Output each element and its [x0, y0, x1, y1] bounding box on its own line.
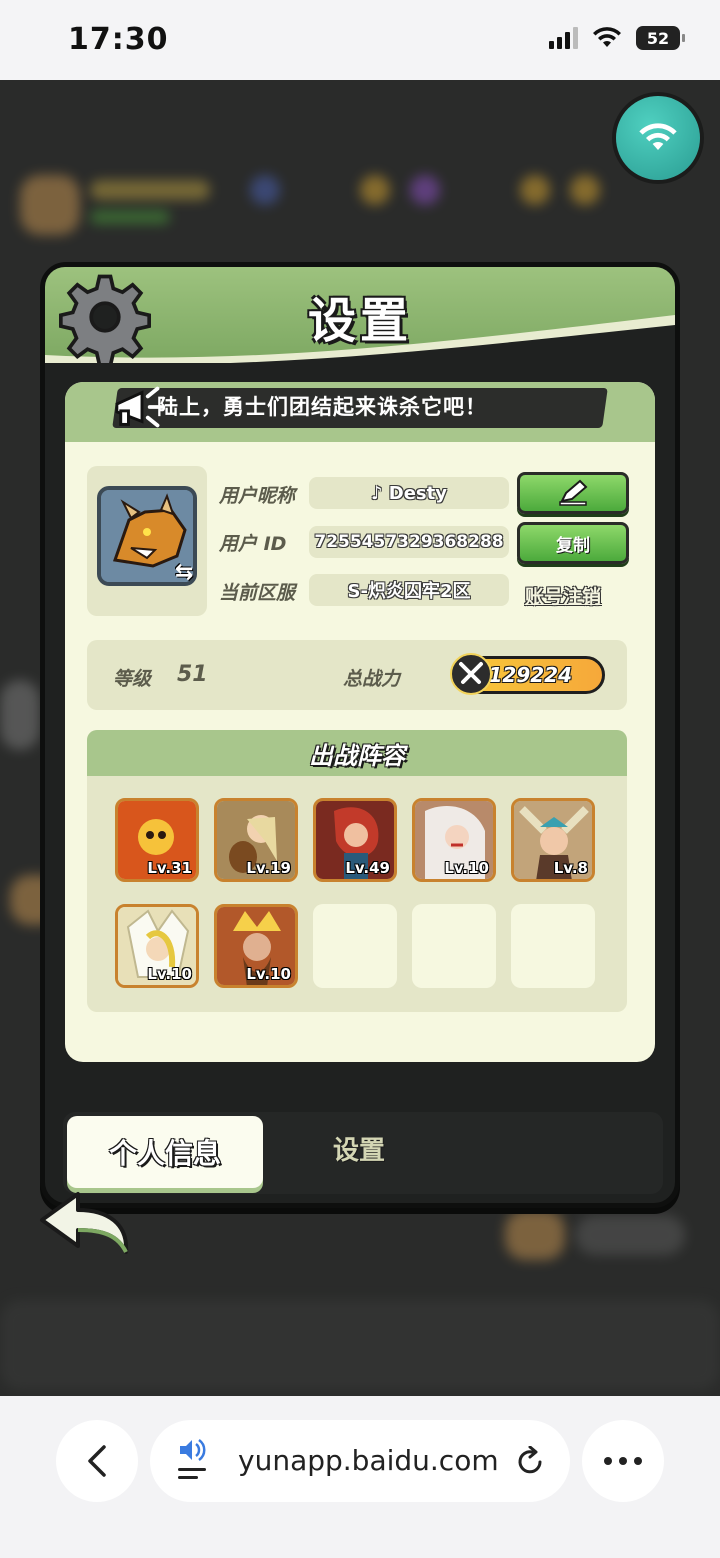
- panel-title: 设置: [307, 293, 412, 349]
- hero-card[interactable]: Lv.19: [214, 798, 298, 882]
- copy-id-button[interactable]: 复制: [517, 522, 629, 564]
- battle-lineup: 出战阵容 Lv.31 Lv.19 Lv.49 Lv.10 Lv.8 Lv.10 …: [87, 730, 627, 1012]
- browser-back-button[interactable]: [56, 1420, 138, 1502]
- swap-icon[interactable]: ⇆: [175, 560, 203, 588]
- tab-settings[interactable]: 设置: [333, 1130, 385, 1167]
- chevron-left-icon: [88, 1445, 106, 1477]
- settings-panel: 设置 陆上，勇士们团结起来诛杀它吧！ ⇆ 用户昵称 ♪ Desty 用户 ID …: [40, 262, 680, 1208]
- power-badge: 129224: [450, 653, 605, 695]
- crossed-swords-icon: [450, 653, 492, 695]
- profile-content: 陆上，勇士们团结起来诛杀它吧！ ⇆ 用户昵称 ♪ Desty 用户 ID 725…: [65, 382, 655, 1062]
- hero-level: Lv.31: [147, 859, 192, 877]
- battery-icon: 52: [636, 26, 685, 50]
- power-label: 总战力: [343, 668, 401, 690]
- browser-more-button[interactable]: [582, 1420, 664, 1502]
- empty-hero-slot[interactable]: [511, 904, 595, 988]
- hero-card[interactable]: Lv.10: [412, 798, 496, 882]
- power-value: 129224: [488, 663, 573, 687]
- avatar-container[interactable]: ⇆: [87, 466, 207, 616]
- hero-card[interactable]: Lv.49: [313, 798, 397, 882]
- hero-card[interactable]: Lv.31: [115, 798, 199, 882]
- panel-header: 设置: [45, 267, 675, 363]
- wifi-icon: [639, 123, 677, 150]
- level-power-row: 等级 51 总战力 129224: [87, 640, 627, 710]
- nickname-label: 用户昵称: [219, 485, 296, 507]
- hero-level: Lv.19: [246, 859, 291, 877]
- game-viewport[interactable]: 设置 陆上，勇士们团结起来诛杀它吧！ ⇆ 用户昵称 ♪ Desty 用户 ID …: [0, 80, 720, 1396]
- level-value: 51: [177, 662, 208, 687]
- reload-icon[interactable]: [516, 1446, 546, 1476]
- speaker-icon[interactable]: [176, 1438, 210, 1484]
- hero-level: Lv.10: [246, 965, 291, 983]
- empty-hero-slot[interactable]: [313, 904, 397, 988]
- hero-card[interactable]: Lv.10: [115, 904, 199, 988]
- network-status-button[interactable]: [616, 96, 700, 180]
- hero-card[interactable]: Lv.8: [511, 798, 595, 882]
- lineup-title: 出战阵容: [87, 730, 627, 776]
- panel-tabs: 个人信息 设置: [63, 1112, 663, 1194]
- cancel-account-link[interactable]: 账号注销: [525, 582, 601, 609]
- server-field: S-炽炎囚牢2区: [309, 574, 509, 606]
- level-label: 等级: [113, 668, 152, 690]
- url-text: yunapp.baidu.com: [238, 1444, 499, 1477]
- more-options-icon: [604, 1457, 642, 1465]
- tab-personal-info[interactable]: 个人信息: [67, 1116, 263, 1188]
- announcement-text: 陆上，勇士们团结起来诛杀它吧！: [157, 395, 487, 419]
- hero-level: Lv.10: [444, 859, 489, 877]
- browser-toolbar: yunapp.baidu.com: [0, 1396, 720, 1558]
- status-time: 17:30: [68, 22, 169, 57]
- back-arrow-icon[interactable]: [38, 1188, 134, 1258]
- status-bar: 17:30 52: [0, 0, 720, 80]
- user-id-label: 用户 ID: [219, 533, 287, 555]
- user-id-field: 7255457329368288: [309, 526, 509, 558]
- wifi-status-icon: [593, 27, 621, 47]
- edit-nickname-button[interactable]: [517, 472, 629, 514]
- pencil-icon: [559, 479, 588, 506]
- server-label: 当前区服: [219, 582, 296, 604]
- announcement-strip: 陆上，勇士们团结起来诛杀它吧！: [65, 382, 655, 442]
- cellular-signal-icon: [549, 27, 578, 49]
- hero-level: Lv.49: [345, 859, 390, 877]
- address-bar[interactable]: yunapp.baidu.com: [150, 1420, 570, 1502]
- nickname-field: ♪ Desty: [309, 477, 509, 509]
- hero-card[interactable]: Lv.10: [214, 904, 298, 988]
- empty-hero-slot[interactable]: [412, 904, 496, 988]
- hero-level: Lv.8: [553, 859, 588, 877]
- status-icons: 52: [549, 26, 685, 50]
- hero-level: Lv.10: [147, 965, 192, 983]
